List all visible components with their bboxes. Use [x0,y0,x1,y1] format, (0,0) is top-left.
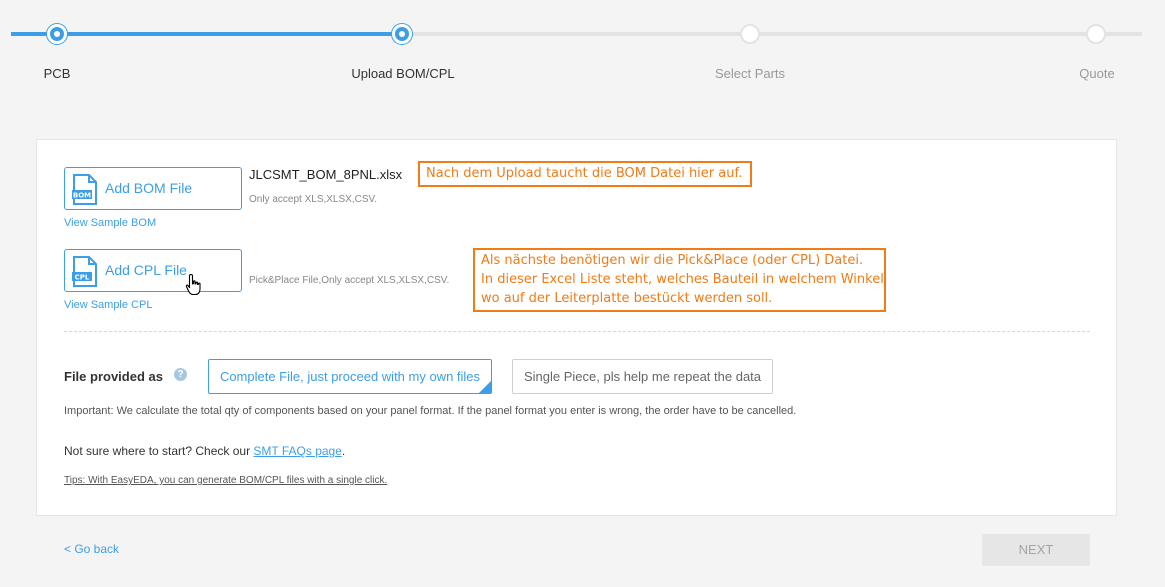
bom-file-icon: BOM [72,174,97,205]
cpl-annotation-line-3: wo auf der Leiterplatte bestückt werden … [481,291,773,306]
hand-cursor-icon [185,273,201,296]
complete-file-option[interactable]: Complete File, just proceed with my own … [208,359,492,394]
step-label-quote: Quote [1079,66,1115,81]
file-provided-label: File provided as [64,369,163,384]
help-text-prefix: Not sure where to start? Check our [64,444,254,458]
cpl-annotation-line-1: Als nächste benötigen wir die Pick&Place… [481,253,864,268]
bom-annotation-callout: Nach dem Upload taucht die BOM Datei hie… [418,161,752,187]
help-text-suffix: . [341,444,346,458]
question-icon[interactable]: ? [174,368,187,381]
step-label-pcb[interactable]: PCB [44,66,71,81]
step-label-select-parts: Select Parts [714,66,786,81]
section-divider [64,331,1090,332]
bom-format-hint: Only accept XLS,XLSX,CSV. [249,194,378,205]
important-notice: Important: We calculate the total qty of… [64,405,797,417]
add-bom-file-button[interactable]: BOM Add BOM File [64,167,242,210]
step-dot-select-parts [740,24,760,44]
easyeda-tips-link[interactable]: Tips: With EasyEDA, you can generate BOM… [64,475,387,486]
upload-card: BOM Add BOM File View Sample BOM JLCSMT_… [36,139,1117,516]
add-bom-file-label: Add BOM File [105,180,193,196]
view-sample-cpl-link[interactable]: View Sample CPL [64,299,152,311]
cpl-annotation-callout: Als nächste benötigen wir die Pick&Place… [473,248,886,312]
smt-faqs-link[interactable]: SMT FAQs page [253,444,341,458]
single-piece-option[interactable]: Single Piece, pls help me repeat the dat… [512,359,773,394]
cpl-file-icon: CPL [72,256,97,287]
step-dot-quote [1086,24,1106,44]
cpl-format-hint: Pick&Place File,Only accept XLS,XLSX,CSV… [249,275,450,286]
bom-annotation-text: Nach dem Upload taucht die BOM Datei hie… [426,166,743,181]
uploaded-bom-file-name: JLCSMT_BOM_8PNL.xlsx [249,167,403,182]
step-label-upload: Upload BOM/CPL [351,66,455,81]
step-dot-pcb[interactable] [47,24,67,44]
cpl-icon-text: CPL [75,274,90,282]
help-text: Not sure where to start? Check our SMT F… [64,444,345,458]
view-sample-bom-link[interactable]: View Sample BOM [64,217,156,229]
go-back-link[interactable]: < Go back [64,542,119,556]
add-cpl-file-button[interactable]: CPL Add CPL File [64,249,242,292]
add-cpl-file-label: Add CPL File [105,262,187,278]
cpl-annotation-line-2: In dieser Excel Liste steht, welches Bau… [481,272,884,287]
stepper-progress [11,32,402,36]
bom-icon-text: BOM [73,192,91,200]
next-button[interactable]: NEXT [982,534,1090,566]
step-dot-upload[interactable] [392,24,412,44]
